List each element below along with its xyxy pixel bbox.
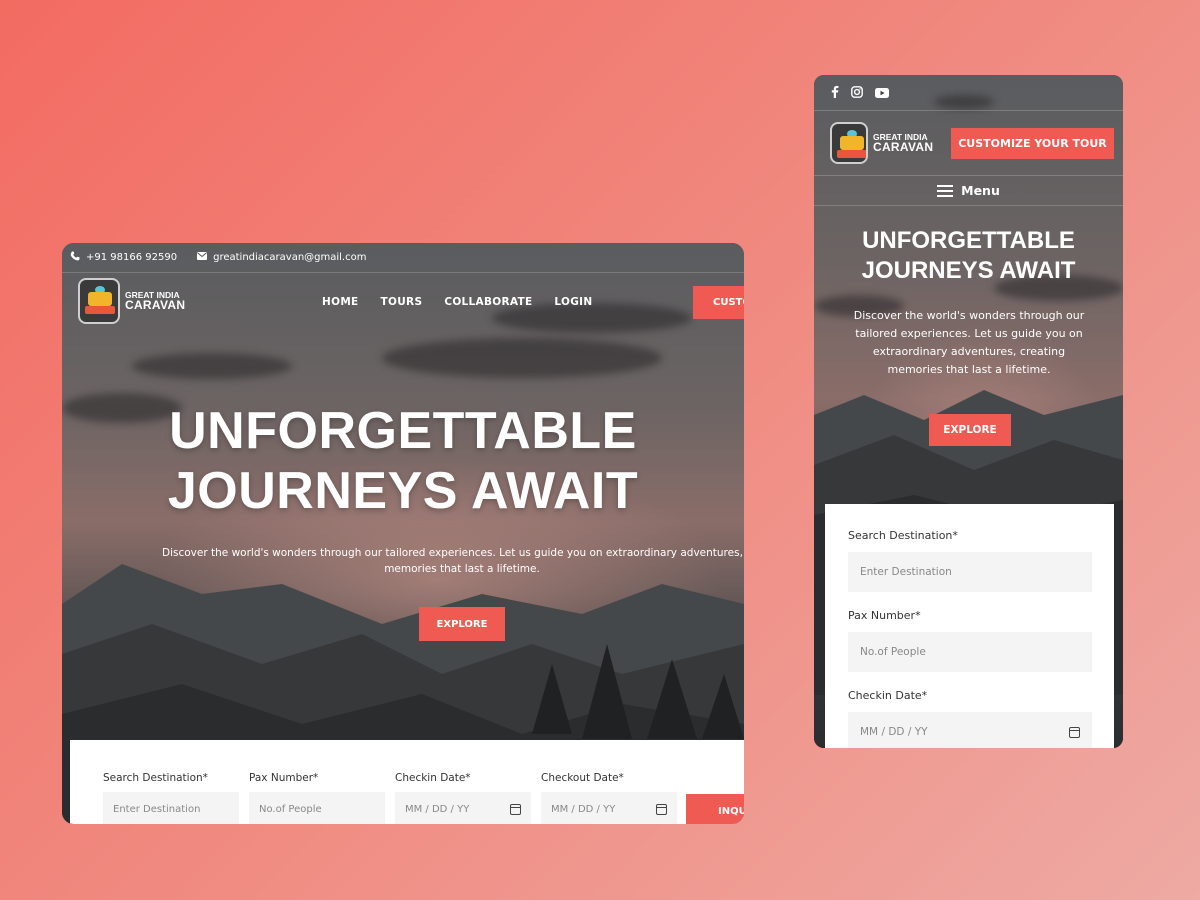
hero-subtitle-line-1: Discover the world's wonders through our… <box>162 547 744 559</box>
social-bar <box>814 75 1123 111</box>
cloud-shape <box>132 353 292 379</box>
desktop-mockup: +91 98166 92590 greatindiacaravan@gmail.… <box>62 243 744 824</box>
hamburger-icon <box>937 184 954 197</box>
destination-input[interactable]: Enter Destination <box>103 792 239 824</box>
pax-label: Pax Number* <box>848 609 921 622</box>
checkin-placeholder: MM / DD / YY <box>405 803 470 815</box>
checkin-input[interactable]: MM / DD / YY <box>848 712 1092 748</box>
destination-placeholder: Enter Destination <box>860 566 952 578</box>
menu-toggle[interactable]: Menu <box>814 176 1123 206</box>
checkout-placeholder: MM / DD / YY <box>551 803 616 815</box>
nav-item-home[interactable]: HOME <box>322 296 359 308</box>
pax-field: Pax Number* No.of People <box>249 772 385 824</box>
pax-label: Pax Number* <box>249 772 319 784</box>
checkin-label: Checkin Date* <box>395 772 471 784</box>
destination-label: Search Destination* <box>848 529 958 542</box>
checkin-label: Checkin Date* <box>848 689 928 702</box>
site-logo[interactable]: GREAT INDIA CARAVAN <box>830 122 933 164</box>
email-address: greatindiacaravan@gmail.com <box>213 252 367 263</box>
logo-text: GREAT INDIA CARAVAN <box>125 291 185 312</box>
phone-icon <box>70 251 80 264</box>
logo-emblem-icon <box>830 122 868 164</box>
checkin-placeholder: MM / DD / YY <box>860 726 928 738</box>
cloud-shape <box>382 338 662 378</box>
customize-tour-button[interactable]: CUSTOMIZE YOUR TOUR <box>951 128 1114 159</box>
pax-placeholder: No.of People <box>259 803 322 815</box>
pax-field: Pax Number* No.of People <box>848 609 1092 672</box>
hero-title: UNFORGETTABLE JOURNEYS AWAIT <box>62 401 744 521</box>
logo-line-2: CARAVAN <box>873 140 934 155</box>
checkin-field: Checkin Date* MM / DD / YY <box>395 772 531 824</box>
explore-button[interactable]: EXPLORE <box>929 414 1011 446</box>
nav-item-collaborate[interactable]: COLLABORATE <box>444 296 532 308</box>
calendar-icon[interactable] <box>1069 726 1080 738</box>
facebook-icon[interactable] <box>831 83 839 102</box>
hero-subtitle-line-2: memories that last a lifetime. <box>384 563 540 575</box>
inquiry-form: Search Destination* Enter Destination Pa… <box>70 740 744 824</box>
destination-field: Search Destination* Enter Destination <box>103 772 239 824</box>
nav-menu: HOME TOURS COLLABORATE LOGIN <box>322 273 592 331</box>
customize-tour-button[interactable]: CUSTO <box>693 286 744 319</box>
calendar-icon[interactable] <box>656 803 667 815</box>
phone-number: +91 98166 92590 <box>86 252 178 263</box>
contact-bar: +91 98166 92590 greatindiacaravan@gmail.… <box>62 243 744 273</box>
logo-emblem-icon <box>78 278 120 324</box>
mobile-header: GREAT INDIA CARAVAN CUSTOMIZE YOUR TOUR <box>814 111 1123 176</box>
calendar-icon[interactable] <box>510 803 521 815</box>
pax-input[interactable]: No.of People <box>848 632 1092 672</box>
menu-label: Menu <box>961 183 1000 198</box>
checkout-label: Checkout Date* <box>541 772 624 784</box>
hero-title: UNFORGETTABLE JOURNEYS AWAIT <box>814 226 1123 286</box>
checkin-input[interactable]: MM / DD / YY <box>395 792 531 824</box>
logo-line-2: CARAVAN <box>125 298 186 313</box>
pax-input[interactable]: No.of People <box>249 792 385 824</box>
hero-subtitle: Discover the world's wonders through our… <box>162 545 744 577</box>
site-logo[interactable]: GREAT INDIA CARAVAN <box>78 278 185 324</box>
checkout-input[interactable]: MM / DD / YY <box>541 792 677 824</box>
main-navigation: GREAT INDIA CARAVAN HOME TOURS COLLABORA… <box>62 273 744 331</box>
explore-button[interactable]: EXPLORE <box>419 607 505 641</box>
inquiry-form: Search Destination* Enter Destination Pa… <box>825 504 1114 748</box>
destination-input[interactable]: Enter Destination <box>848 552 1092 592</box>
phone-contact[interactable]: +91 98166 92590 <box>70 251 177 264</box>
youtube-icon[interactable] <box>875 83 889 102</box>
email-contact[interactable]: greatindiacaravan@gmail.com <box>197 252 366 263</box>
destination-placeholder: Enter Destination <box>113 803 201 815</box>
checkout-field: Checkout Date* MM / DD / YY <box>541 772 677 824</box>
hero-title-line-1: UNFORGETTABLE <box>169 402 637 460</box>
mobile-mockup: GREAT INDIA CARAVAN CUSTOMIZE YOUR TOUR … <box>814 75 1123 748</box>
nav-item-tours[interactable]: TOURS <box>381 296 423 308</box>
destination-label: Search Destination* <box>103 772 208 784</box>
pax-placeholder: No.of People <box>860 646 926 658</box>
hero-subtitle: Discover the world's wonders through our… <box>853 309 1085 376</box>
destination-field: Search Destination* Enter Destination <box>848 529 1092 592</box>
hero-title-line-2: JOURNEYS AWAIT <box>861 257 1076 284</box>
checkin-field: Checkin Date* MM / DD / YY <box>848 689 1092 748</box>
instagram-icon[interactable] <box>851 83 863 102</box>
hero-title-line-2: JOURNEYS AWAIT <box>167 462 639 520</box>
nav-item-login[interactable]: LOGIN <box>554 296 592 308</box>
hero-title-line-1: UNFORGETTABLE <box>862 227 1075 254</box>
inquire-button[interactable]: INQU <box>686 794 744 824</box>
mail-icon <box>197 252 208 263</box>
logo-text: GREAT INDIA CARAVAN <box>873 133 933 154</box>
